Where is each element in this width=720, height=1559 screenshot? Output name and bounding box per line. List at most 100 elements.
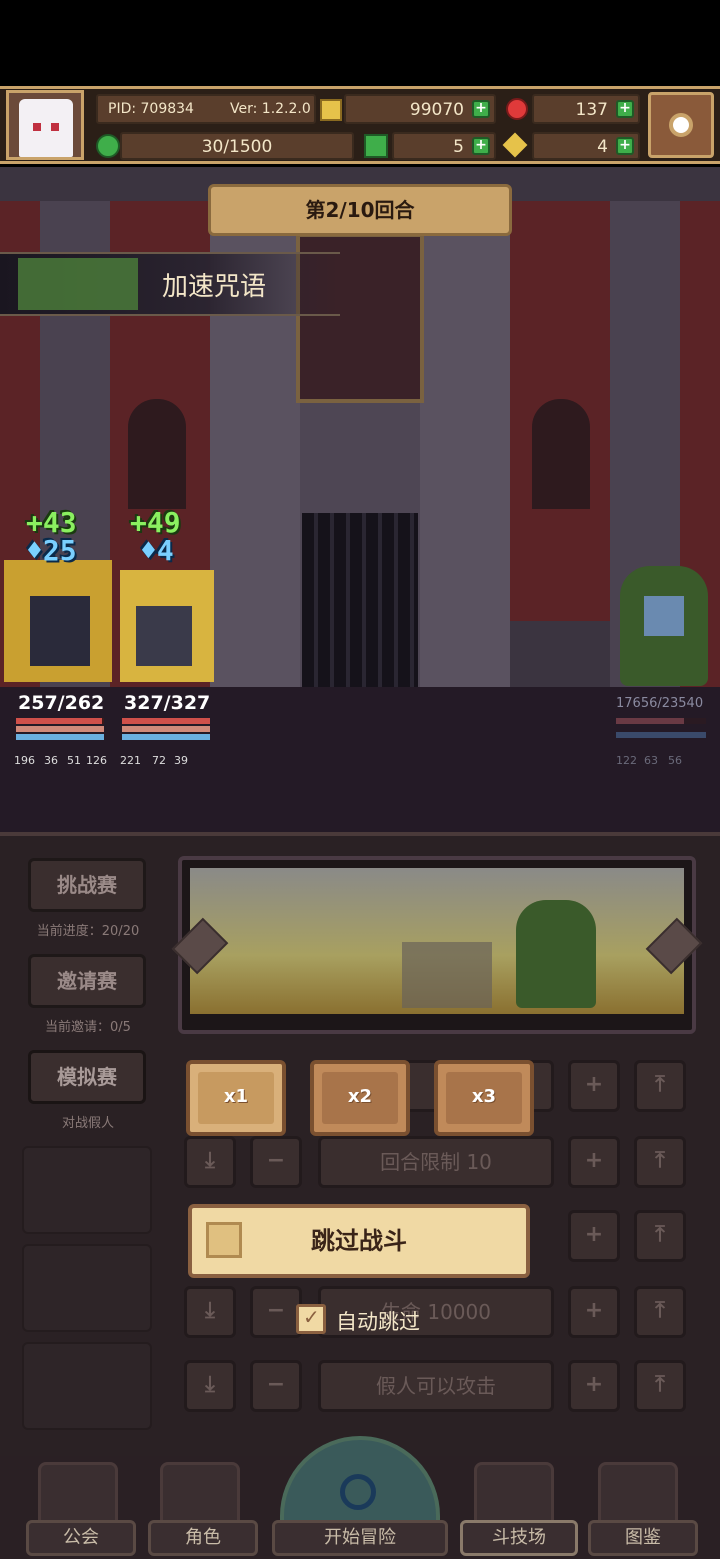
enemy-mp-bar [616, 732, 706, 738]
simulation-note: 对战假人 [61, 1116, 114, 1131]
hero-1-shield-bar [16, 726, 104, 732]
skill-name: 加速咒语 [162, 272, 267, 302]
simulation-tab-button[interactable]: 模拟赛 [28, 1050, 146, 1104]
plus-button[interactable]: + [568, 1136, 620, 1188]
empty-slot [22, 1342, 152, 1430]
plus-button[interactable]: + [568, 1360, 620, 1412]
round-counter: 第2/10回合 [208, 184, 512, 236]
download-icon[interactable]: ⤓ [184, 1136, 236, 1188]
hero-2-shield-buff: ♦4 [140, 534, 174, 567]
upload-icon[interactable]: ⤒ [634, 1210, 686, 1262]
enemy-hp-bar [616, 718, 684, 724]
gem-icon [506, 98, 528, 120]
hero-2-stat-1: 221 [120, 754, 141, 767]
wall-niche [532, 399, 590, 509]
dummy-attack-field: 假人可以攻击 [318, 1360, 554, 1412]
hero-1-stat-2: 36 [44, 754, 58, 767]
nav-arena[interactable]: 斗技场 [460, 1520, 578, 1556]
caster-portrait [18, 258, 138, 310]
nav-codex[interactable]: 图鉴 [588, 1520, 698, 1556]
hero-1-stat-4: 126 [86, 754, 107, 767]
hero-2-shield-bar [122, 726, 210, 732]
clover-box: 5 + [392, 132, 496, 160]
minus-button[interactable]: − [250, 1136, 302, 1188]
player-avatar[interactable] [6, 90, 84, 160]
nav-adventure[interactable]: 开始冒险 [272, 1520, 448, 1556]
gold-box: 99070 + [344, 94, 496, 124]
preview-enemy-sprite [516, 900, 596, 1008]
energy-box: 30/1500 [120, 132, 354, 160]
nav-character[interactable]: 角色 [148, 1520, 258, 1556]
gear-icon [669, 113, 693, 137]
settings-gear-button[interactable] [648, 92, 714, 158]
minus-button[interactable]: − [250, 1286, 302, 1338]
pid-text: PID: 709834 [108, 101, 194, 117]
hero-1-hp-bar [16, 718, 102, 724]
character-icon [160, 1462, 240, 1524]
key-box: 4 + [532, 132, 640, 160]
minus-button[interactable]: − [250, 1360, 302, 1412]
codex-icon [598, 1462, 678, 1524]
hero-1-stat-1: 196 [14, 754, 35, 767]
add-key-plus-icon[interactable]: + [616, 137, 634, 155]
upload-icon[interactable]: ⤒ [634, 1360, 686, 1412]
gem-amount: 137 [575, 100, 608, 120]
upload-icon[interactable]: ⤒ [634, 1286, 686, 1338]
hero-2-hp-text: 327/327 [124, 692, 211, 714]
hero-1-hp-text: 257/262 [18, 692, 105, 714]
check-icon: ✓ [303, 1305, 320, 1329]
plus-button[interactable]: + [568, 1210, 620, 1262]
add-clover-plus-icon[interactable]: + [472, 137, 490, 155]
enemy-face [644, 596, 684, 636]
hero-2-stat-3: 39 [174, 754, 188, 767]
guild-building-icon [38, 1462, 118, 1524]
wall-niche [128, 399, 186, 509]
auto-skip-label: 自动跳过 [336, 1310, 420, 1334]
clover-icon [364, 134, 388, 158]
upload-icon[interactable]: ⤒ [634, 1060, 686, 1112]
energy-icon [96, 134, 120, 158]
hero-1-shield-buff: ♦25 [26, 534, 77, 567]
empty-slot [22, 1146, 152, 1234]
plus-button[interactable]: + [568, 1060, 620, 1112]
gem-box: 137 + [532, 94, 640, 124]
magnifier-icon [340, 1474, 376, 1510]
hero-1-stat-3: 51 [67, 754, 81, 767]
hero-2-figure [136, 606, 192, 666]
battle-ground [0, 687, 720, 832]
add-gold-plus-icon[interactable]: + [472, 100, 490, 118]
invitation-note: 当前邀请：0/5 [45, 1020, 131, 1035]
hero-2-hp-bar [122, 718, 210, 724]
nav-guild[interactable]: 公会 [26, 1520, 136, 1556]
speed-x3-button[interactable]: x3 [434, 1060, 534, 1136]
enemy-hp-text: 17656/23540 [616, 696, 704, 711]
enemy-stat-3: 56 [668, 754, 682, 767]
upload-icon[interactable]: ⤒ [634, 1136, 686, 1188]
gold-coin-icon [320, 99, 342, 121]
speed-x2-button[interactable]: x2 [310, 1060, 410, 1136]
hero-1-mp-bar [16, 734, 104, 740]
invitation-tab-button[interactable]: 邀请赛 [28, 954, 146, 1008]
enemy-stat-2: 63 [644, 754, 658, 767]
arena-icon [474, 1462, 554, 1524]
status-bar-area [0, 0, 720, 86]
energy-amount: 30/1500 [201, 137, 273, 157]
gold-amount: 99070 [409, 100, 464, 120]
download-icon[interactable]: ⤓ [184, 1360, 236, 1412]
portcullis-gate [302, 513, 418, 687]
pid-box: PID: 709834 Ver: 1.2.2.0 [96, 94, 316, 124]
skip-battle-button[interactable]: 跳过战斗 [188, 1204, 530, 1278]
hero-2-mp-bar [122, 734, 210, 740]
download-icon[interactable]: ⤓ [184, 1286, 236, 1338]
round-limit-field: 回合限制 10 [318, 1136, 554, 1188]
plus-button[interactable]: + [568, 1286, 620, 1338]
speed-x1-button[interactable]: x1 [186, 1060, 286, 1136]
challenge-tab-button[interactable]: 挑战赛 [28, 858, 146, 912]
add-gem-plus-icon[interactable]: + [616, 100, 634, 118]
enemy-stat-1: 122 [616, 754, 637, 767]
play-icon [206, 1222, 242, 1258]
key-amount: 4 [597, 137, 608, 157]
auto-skip-checkbox[interactable]: ✓ [296, 1304, 326, 1334]
version-text: Ver: 1.2.2.0 [230, 101, 311, 117]
clover-amount: 5 [453, 137, 464, 157]
